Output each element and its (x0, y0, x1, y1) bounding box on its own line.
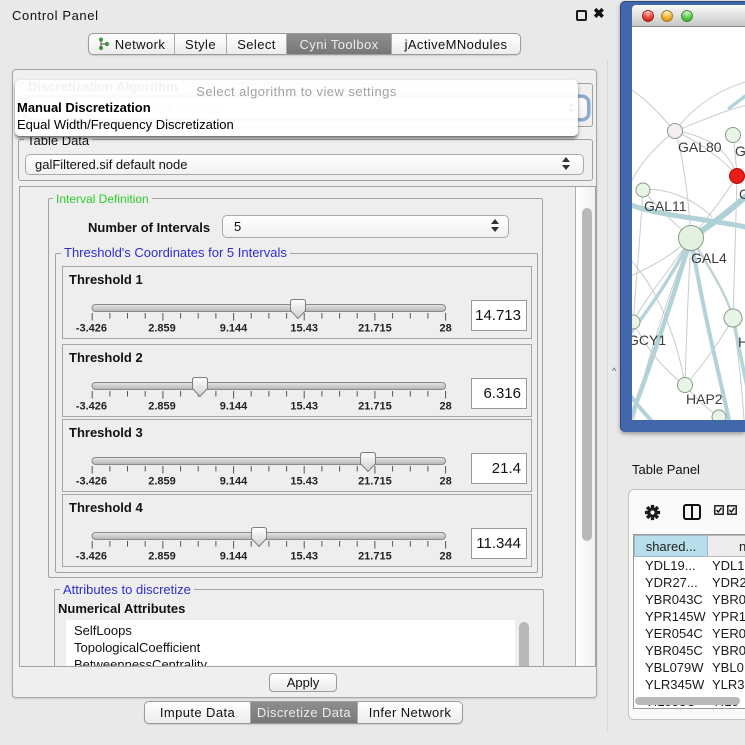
svg-text:21.715: 21.715 (358, 550, 392, 562)
svg-text:15.43: 15.43 (290, 323, 318, 335)
svg-text:9.144: 9.144 (220, 400, 248, 412)
svg-text:21.715: 21.715 (358, 400, 392, 412)
svg-text:21.715: 21.715 (358, 323, 392, 335)
svg-text:C: C (739, 186, 745, 202)
svg-text:GAL11: GAL11 (644, 198, 687, 214)
svg-text:-3.426: -3.426 (76, 323, 107, 335)
svg-text:2.859: 2.859 (148, 323, 176, 335)
svg-text:2.859: 2.859 (148, 550, 176, 562)
svg-text:15.43: 15.43 (290, 400, 318, 412)
svg-text:9.144: 9.144 (220, 550, 248, 562)
svg-text:HAP2: HAP2 (686, 391, 723, 407)
svg-text:GCY1: GCY1 (632, 332, 666, 348)
svg-text:2.859: 2.859 (148, 475, 176, 487)
svg-text:GAL80: GAL80 (678, 139, 722, 155)
svg-text:GA: GA (735, 143, 745, 159)
svg-text:28: 28 (439, 400, 451, 412)
svg-text:15.43: 15.43 (290, 550, 318, 562)
svg-text:9.144: 9.144 (220, 475, 248, 487)
svg-text:-3.426: -3.426 (76, 400, 107, 412)
svg-text:GAL4: GAL4 (691, 250, 727, 266)
svg-text:28: 28 (439, 475, 451, 487)
svg-text:H: H (738, 334, 745, 350)
svg-text:21.715: 21.715 (358, 475, 392, 487)
svg-text:2.859: 2.859 (148, 400, 176, 412)
svg-text:-3.426: -3.426 (76, 550, 107, 562)
svg-text:28: 28 (439, 550, 451, 562)
svg-text:9.144: 9.144 (220, 323, 248, 335)
svg-text:15.43: 15.43 (290, 475, 318, 487)
svg-text:28: 28 (439, 323, 451, 335)
svg-text:-3.426: -3.426 (76, 475, 107, 487)
